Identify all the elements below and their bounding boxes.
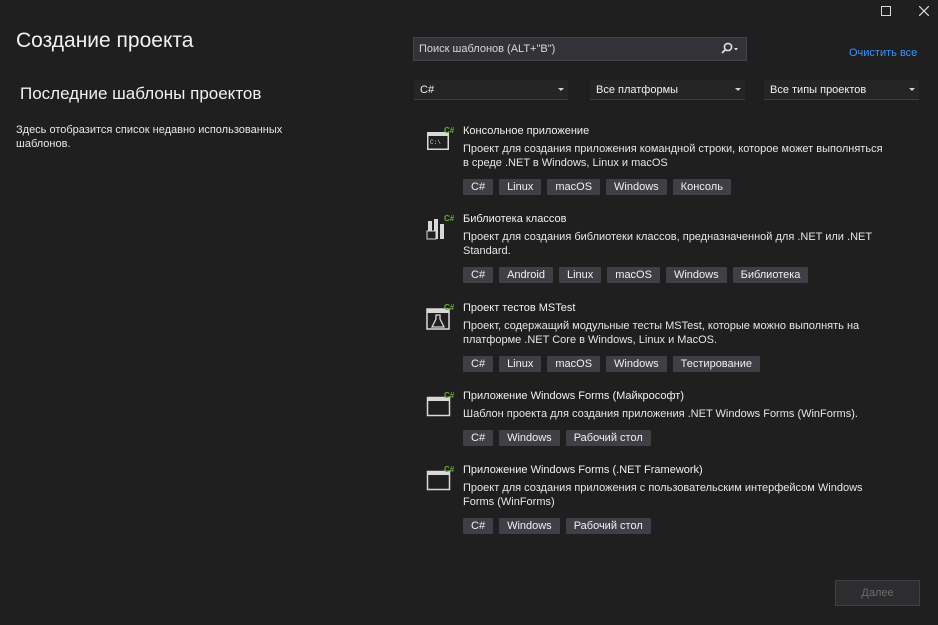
console-app-icon: C:\ C# xyxy=(427,127,455,150)
svg-text:C#: C# xyxy=(444,392,455,400)
template-description: Проект для создания приложения с пользов… xyxy=(463,482,863,508)
template-tags: C# Windows Рабочий стол xyxy=(463,518,651,534)
close-icon xyxy=(918,5,930,17)
language-filter[interactable]: C# xyxy=(414,80,568,100)
page-title: Создание проекта xyxy=(16,29,194,52)
mstest-icon: C# xyxy=(426,304,455,330)
windows-forms-framework-icon: C# xyxy=(426,466,455,491)
svg-text:C#: C# xyxy=(444,215,455,223)
tag: Консоль xyxy=(672,179,731,195)
tag: C# xyxy=(463,179,494,195)
platform-filter-value: Все платформы xyxy=(596,84,679,96)
template-tags: C# Linux macOS Windows Консоль xyxy=(463,179,731,195)
svg-text:C#: C# xyxy=(444,466,455,474)
tag: C# xyxy=(463,356,494,372)
template-description: Шаблон проекта для создания приложения .… xyxy=(463,408,858,420)
tag: Библиотека xyxy=(732,267,809,283)
search-icon xyxy=(721,42,738,54)
tag: macOS xyxy=(547,179,601,195)
tag: Windows xyxy=(606,356,667,372)
recent-templates-heading: Последние шаблоны проектов xyxy=(20,84,262,103)
template-description: Проект, содержащий модульные тесты MSTes… xyxy=(463,320,860,346)
template-name: Консольное приложение xyxy=(463,125,590,137)
search-input[interactable]: Поиск шаблонов (ALT+"В") xyxy=(413,37,747,61)
template-item-console[interactable]: C:\ C# Консольное приложение Проект для … xyxy=(425,125,905,199)
template-tags: C# Windows Рабочий стол xyxy=(463,430,651,446)
tag: Linux xyxy=(499,179,542,195)
close-button[interactable] xyxy=(910,0,938,22)
chevron-down-icon xyxy=(735,88,741,91)
language-filter-value: C# xyxy=(420,84,435,96)
template-name: Приложение Windows Forms (.NET Framework… xyxy=(463,464,703,476)
svg-text:C:\: C:\ xyxy=(430,139,441,146)
recent-templates-description: Здесь отобразится список недавно использ… xyxy=(16,124,283,150)
maximize-button[interactable] xyxy=(872,0,900,22)
template-tags: C# Android Linux macOS Windows Библиотек… xyxy=(463,267,809,283)
tag: Windows xyxy=(499,430,560,446)
tag: C# xyxy=(463,518,494,534)
template-name: Библиотека классов xyxy=(463,213,567,225)
project-type-filter-value: Все типы проектов xyxy=(770,84,867,96)
class-library-icon: C# xyxy=(426,215,455,240)
project-type-filter[interactable]: Все типы проектов xyxy=(764,80,919,100)
search-placeholder: Поиск шаблонов (ALT+"В") xyxy=(419,43,556,55)
clear-all-link[interactable]: Очистить все xyxy=(849,47,917,59)
template-description: Проект для создания приложения командной… xyxy=(463,143,883,169)
tag: C# xyxy=(463,430,494,446)
template-description: Проект для создания библиотеки классов, … xyxy=(463,231,872,257)
tag: macOS xyxy=(547,356,601,372)
tag: Windows xyxy=(606,179,667,195)
svg-text:C#: C# xyxy=(444,127,455,135)
template-tags: C# Linux macOS Windows Тестирование xyxy=(463,356,760,372)
tag: Linux xyxy=(499,356,542,372)
tag: C# xyxy=(463,267,494,283)
platform-filter[interactable]: Все платформы xyxy=(590,80,745,100)
tag: Windows xyxy=(499,518,560,534)
windows-forms-icon: C# xyxy=(426,392,455,417)
template-item-winforms[interactable]: C# Приложение Windows Forms (Майкрософт)… xyxy=(425,390,905,450)
template-item-class-library[interactable]: C# Библиотека классов Проект для создани… xyxy=(425,213,905,287)
tag: Linux xyxy=(558,267,602,283)
tag: Тестирование xyxy=(672,356,760,372)
tag: Windows xyxy=(665,267,727,283)
template-item-mstest[interactable]: C# Проект тестов MSTest Проект, содержащ… xyxy=(425,302,905,376)
template-name: Проект тестов MSTest xyxy=(463,302,576,314)
tag: macOS xyxy=(607,267,660,283)
template-item-winforms-framework[interactable]: C# Приложение Windows Forms (.NET Framew… xyxy=(425,464,905,538)
tag: Рабочий стол xyxy=(565,518,651,534)
tag: Рабочий стол xyxy=(565,430,651,446)
maximize-icon xyxy=(881,6,891,16)
template-name: Приложение Windows Forms (Майкрософт) xyxy=(463,390,684,402)
next-button[interactable]: Далее xyxy=(835,580,920,606)
chevron-down-icon xyxy=(909,88,915,91)
svg-text:C#: C# xyxy=(444,304,455,312)
chevron-down-icon xyxy=(558,88,564,91)
tag: Android xyxy=(499,267,553,283)
